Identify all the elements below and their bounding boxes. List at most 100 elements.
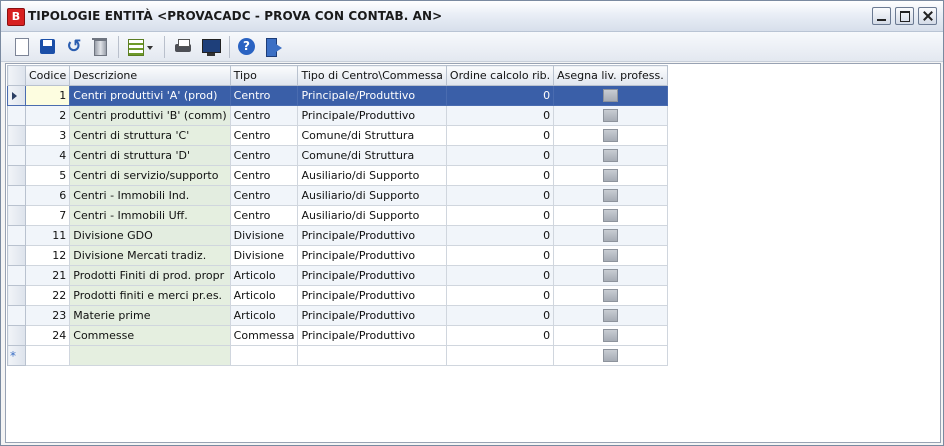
cell-tipo-centro[interactable]: Ausiliario/di Supporto — [297, 185, 447, 206]
cell-codice[interactable]: 22 — [24, 285, 71, 306]
cell-tipo-centro[interactable] — [297, 345, 447, 366]
row-selector[interactable] — [7, 165, 26, 186]
cell-asegna[interactable] — [553, 85, 668, 106]
close-icon[interactable] — [918, 7, 937, 25]
cell-descrizione[interactable]: Divisione GDO — [69, 225, 231, 246]
checkbox[interactable] — [602, 289, 618, 302]
title-bar[interactable]: B TIPOLOGIE ENTITÀ <PROVACADC - PROVA CO… — [1, 1, 943, 32]
cell-tipo[interactable]: Centro — [229, 145, 299, 166]
checkbox[interactable] — [602, 209, 618, 222]
row-selector[interactable] — [7, 325, 26, 346]
cell-asegna[interactable] — [553, 185, 668, 206]
cell-tipo[interactable]: Centro — [229, 125, 299, 146]
cell-tipo[interactable]: Articolo — [229, 265, 299, 286]
cell-codice[interactable]: 11 — [24, 225, 71, 246]
row-selector[interactable] — [7, 85, 26, 106]
cell-codice[interactable] — [24, 345, 71, 366]
cell-ordine[interactable]: 0 — [445, 85, 555, 106]
cell-tipo[interactable]: Articolo — [229, 305, 299, 326]
grid-container[interactable]: Codice Descrizione Tipo Tipo di Centro\C… — [5, 63, 941, 443]
cell-tipo[interactable] — [229, 345, 299, 366]
cell-descrizione[interactable]: Prodotti Finiti di prod. propr — [69, 265, 231, 286]
cell-ordine[interactable]: 0 — [445, 245, 555, 266]
cell-ordine[interactable]: 0 — [445, 205, 555, 226]
table-row[interactable]: 22 Prodotti finiti e merci pr.es. Articolo… — [7, 285, 668, 306]
cell-codice[interactable]: 3 — [24, 125, 71, 146]
cell-asegna[interactable] — [553, 105, 668, 126]
cell-codice[interactable]: 12 — [24, 245, 71, 266]
cell-tipo-centro[interactable]: Principale/Produttivo — [297, 245, 447, 266]
cell-ordine[interactable]: 0 — [445, 285, 555, 306]
cell-descrizione[interactable]: Centri di struttura 'C' — [69, 125, 231, 146]
checkbox[interactable] — [602, 169, 618, 182]
table-row[interactable]: 4 Centri di struttura 'D' Centro Comune/di … — [7, 145, 668, 166]
cell-ordine[interactable]: 0 — [445, 125, 555, 146]
cell-ordine[interactable]: 0 — [445, 145, 555, 166]
cell-descrizione[interactable]: Centri - Immobili Ind. — [69, 185, 231, 206]
undo-icon[interactable]: ↺ — [63, 36, 85, 58]
cell-ordine[interactable] — [445, 345, 555, 366]
cell-asegna[interactable] — [553, 125, 668, 146]
table-row[interactable]: 5 Centri di servizio/supporto Centro Ausili… — [7, 165, 668, 186]
checkbox[interactable] — [602, 329, 618, 342]
cell-ordine[interactable]: 0 — [445, 185, 555, 206]
delete-icon[interactable] — [89, 36, 111, 58]
checkbox[interactable] — [602, 189, 618, 202]
row-selector[interactable] — [7, 145, 26, 166]
checkbox[interactable] — [602, 129, 618, 142]
minimize-icon[interactable] — [872, 7, 891, 25]
cell-asegna[interactable] — [553, 225, 668, 246]
cell-tipo-centro[interactable]: Comune/di Struttura — [297, 125, 447, 146]
row-selector[interactable] — [7, 185, 26, 206]
cell-codice[interactable]: 2 — [24, 105, 71, 126]
cell-tipo-centro[interactable]: Principale/Produttivo — [297, 225, 447, 246]
row-selector[interactable] — [7, 305, 26, 326]
row-selector[interactable] — [7, 245, 26, 266]
checkbox[interactable] — [602, 89, 618, 102]
checkbox[interactable] — [602, 309, 618, 322]
table-row[interactable]: 2 Centri produttivi 'B' (comm) Centro Princ… — [7, 105, 668, 126]
table-row[interactable]: 23 Materie prime Articolo Principale/Produt… — [7, 305, 668, 326]
cell-ordine[interactable]: 0 — [445, 225, 555, 246]
row-selector[interactable] — [7, 105, 26, 126]
save-icon[interactable] — [37, 36, 59, 58]
checkbox[interactable] — [602, 109, 618, 122]
cell-codice[interactable]: 5 — [24, 165, 71, 186]
column-header-descrizione[interactable]: Descrizione — [69, 65, 231, 86]
cell-tipo[interactable]: Centro — [229, 105, 299, 126]
checkbox[interactable] — [602, 249, 618, 262]
cell-asegna[interactable] — [553, 265, 668, 286]
app-logo-icon[interactable]: B — [7, 8, 25, 26]
cell-asegna[interactable] — [553, 165, 668, 186]
cell-tipo-centro[interactable]: Principale/Produttivo — [297, 325, 447, 346]
row-selector[interactable] — [7, 125, 26, 146]
row-selector[interactable] — [7, 285, 26, 306]
grid-layout-icon[interactable] — [125, 36, 155, 58]
checkbox[interactable] — [602, 269, 618, 282]
cell-descrizione[interactable]: Commesse — [69, 325, 231, 346]
cell-descrizione[interactable]: Materie prime — [69, 305, 231, 326]
cell-tipo-centro[interactable]: Principale/Produttivo — [297, 105, 447, 126]
cell-descrizione[interactable]: Centri produttivi 'B' (comm) — [69, 105, 231, 126]
column-header-ordine[interactable]: Ordine calcolo rib. — [445, 65, 555, 86]
cell-tipo-centro[interactable]: Principale/Produttivo — [297, 305, 447, 326]
exit-icon[interactable] — [263, 36, 285, 58]
column-header-codice[interactable]: Codice — [24, 65, 71, 86]
cell-ordine[interactable]: 0 — [445, 105, 555, 126]
help-icon[interactable] — [236, 36, 258, 58]
cell-asegna[interactable] — [553, 245, 668, 266]
cell-tipo-centro[interactable]: Principale/Produttivo — [297, 85, 447, 106]
cell-codice[interactable]: 21 — [24, 265, 71, 286]
table-row[interactable]: 7 Centri - Immobili Uff. Centro Ausiliario/… — [7, 205, 668, 226]
cell-tipo-centro[interactable]: Principale/Produttivo — [297, 265, 447, 286]
new-row[interactable]: * — [7, 345, 668, 366]
checkbox[interactable] — [602, 229, 618, 242]
preview-icon[interactable] — [200, 36, 222, 58]
cell-tipo[interactable]: Articolo — [229, 285, 299, 306]
cell-asegna[interactable] — [553, 345, 668, 366]
cell-codice[interactable]: 7 — [24, 205, 71, 226]
cell-codice[interactable]: 4 — [24, 145, 71, 166]
cell-tipo-centro[interactable]: Ausiliario/di Supporto — [297, 165, 447, 186]
cell-descrizione[interactable] — [69, 345, 231, 366]
cell-ordine[interactable]: 0 — [445, 325, 555, 346]
